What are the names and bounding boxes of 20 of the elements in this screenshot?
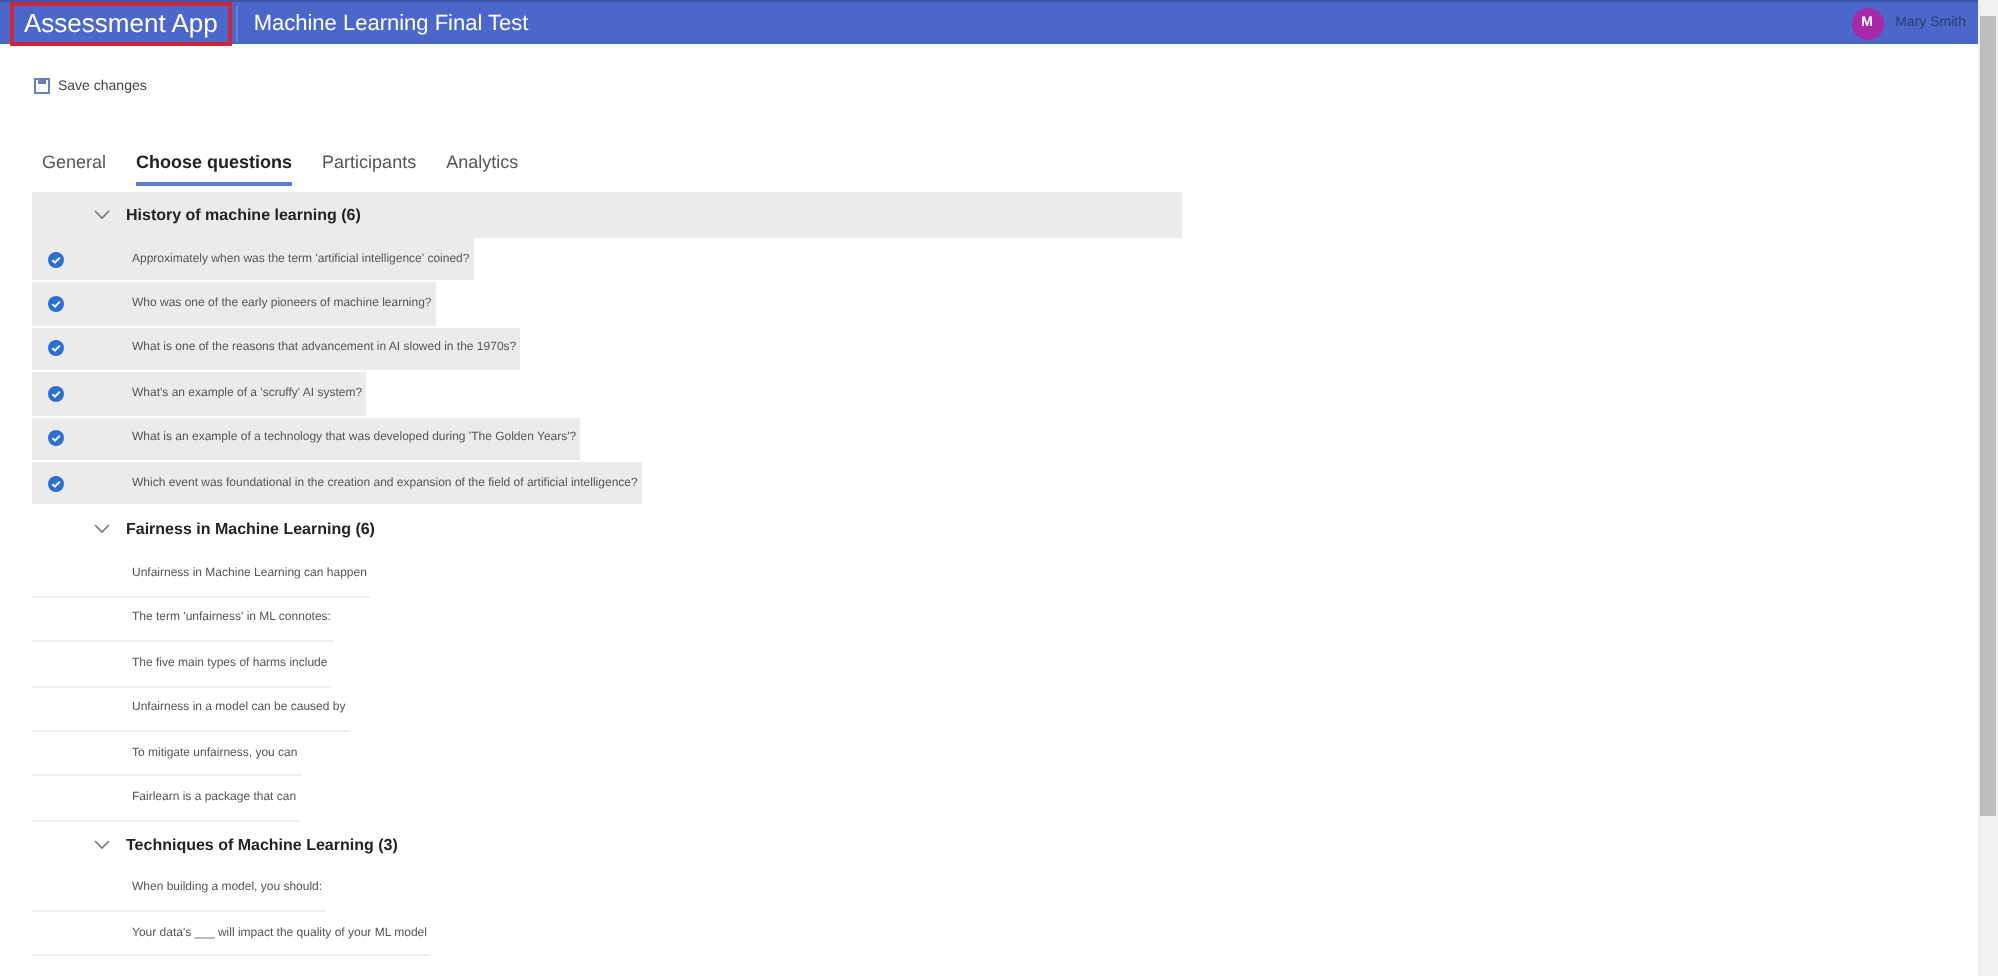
- check-icon: [48, 296, 64, 313]
- check-icon: [48, 430, 64, 447]
- tab[interactable]: Choose questions: [136, 148, 293, 186]
- tab[interactable]: General: [42, 148, 107, 186]
- save-icon: [34, 78, 50, 94]
- check-icon: [48, 475, 64, 492]
- chevron-icon: [94, 524, 110, 535]
- scrollbar[interactable]: [1978, 0, 1998, 976]
- chevron-icon: [94, 839, 110, 850]
- group-header[interactable]: History of machine learning (6): [32, 192, 1182, 238]
- chevron-icon: [94, 210, 110, 220]
- tab[interactable]: Analytics: [446, 148, 519, 186]
- test-title: Machine Learning Final Test: [253, 11, 529, 35]
- check-icon: [48, 385, 64, 402]
- check-icon: [48, 340, 64, 357]
- tab[interactable]: Participants: [322, 148, 417, 186]
- group-header[interactable]: Fairness in Machine Learning (6): [32, 506, 1182, 553]
- group-header[interactable]: Techniques of Machine Learning (3): [32, 821, 1182, 868]
- check-icon: [48, 251, 64, 268]
- app-title[interactable]: Assessment App: [10, 1, 232, 45]
